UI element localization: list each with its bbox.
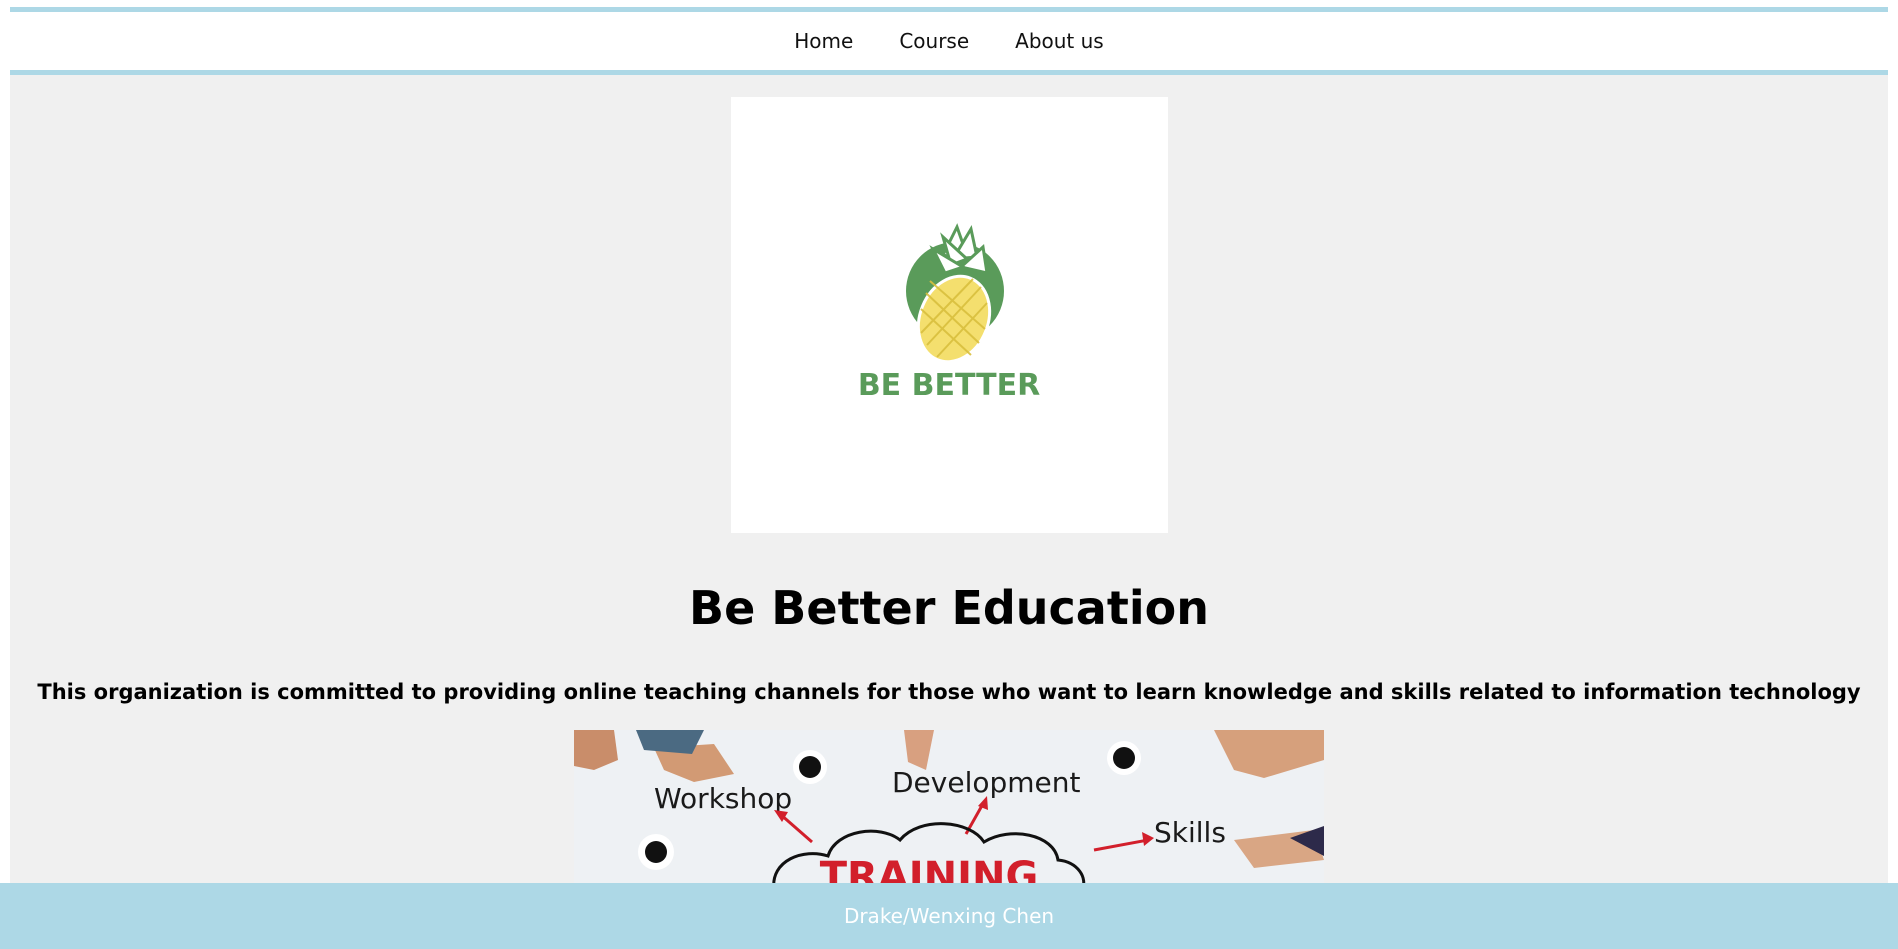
nav-about-link[interactable]: About us — [1015, 29, 1104, 53]
logo-brand-text: BE BETTER — [858, 368, 1040, 403]
footer-author-text: Drake/Wenxing Chen — [843, 904, 1055, 928]
page-container: Home Course About us BE BETTER Be Better… — [10, 7, 1888, 949]
nav-home-link[interactable]: Home — [794, 29, 853, 53]
banner-word-workshop: Workshop — [654, 782, 792, 815]
page-title: Be Better Education — [689, 581, 1209, 635]
nav-course-link[interactable]: Course — [899, 29, 969, 53]
banner-word-skills: Skills — [1154, 816, 1226, 849]
top-navbar: Home Course About us — [10, 7, 1888, 75]
training-illustration-icon: Workshop Development Skills TRAINING — [574, 730, 1324, 890]
training-banner-image: Workshop Development Skills TRAINING — [574, 730, 1324, 890]
pineapple-logo-icon: BE BETTER — [858, 223, 1040, 403]
nav-links: Home Course About us — [10, 12, 1888, 70]
banner-word-development: Development — [892, 766, 1081, 799]
page-subtitle: This organization is committed to provid… — [37, 680, 1861, 704]
page-footer: Drake/Wenxing Chen — [0, 883, 1898, 949]
logo-card: BE BETTER — [731, 97, 1168, 533]
